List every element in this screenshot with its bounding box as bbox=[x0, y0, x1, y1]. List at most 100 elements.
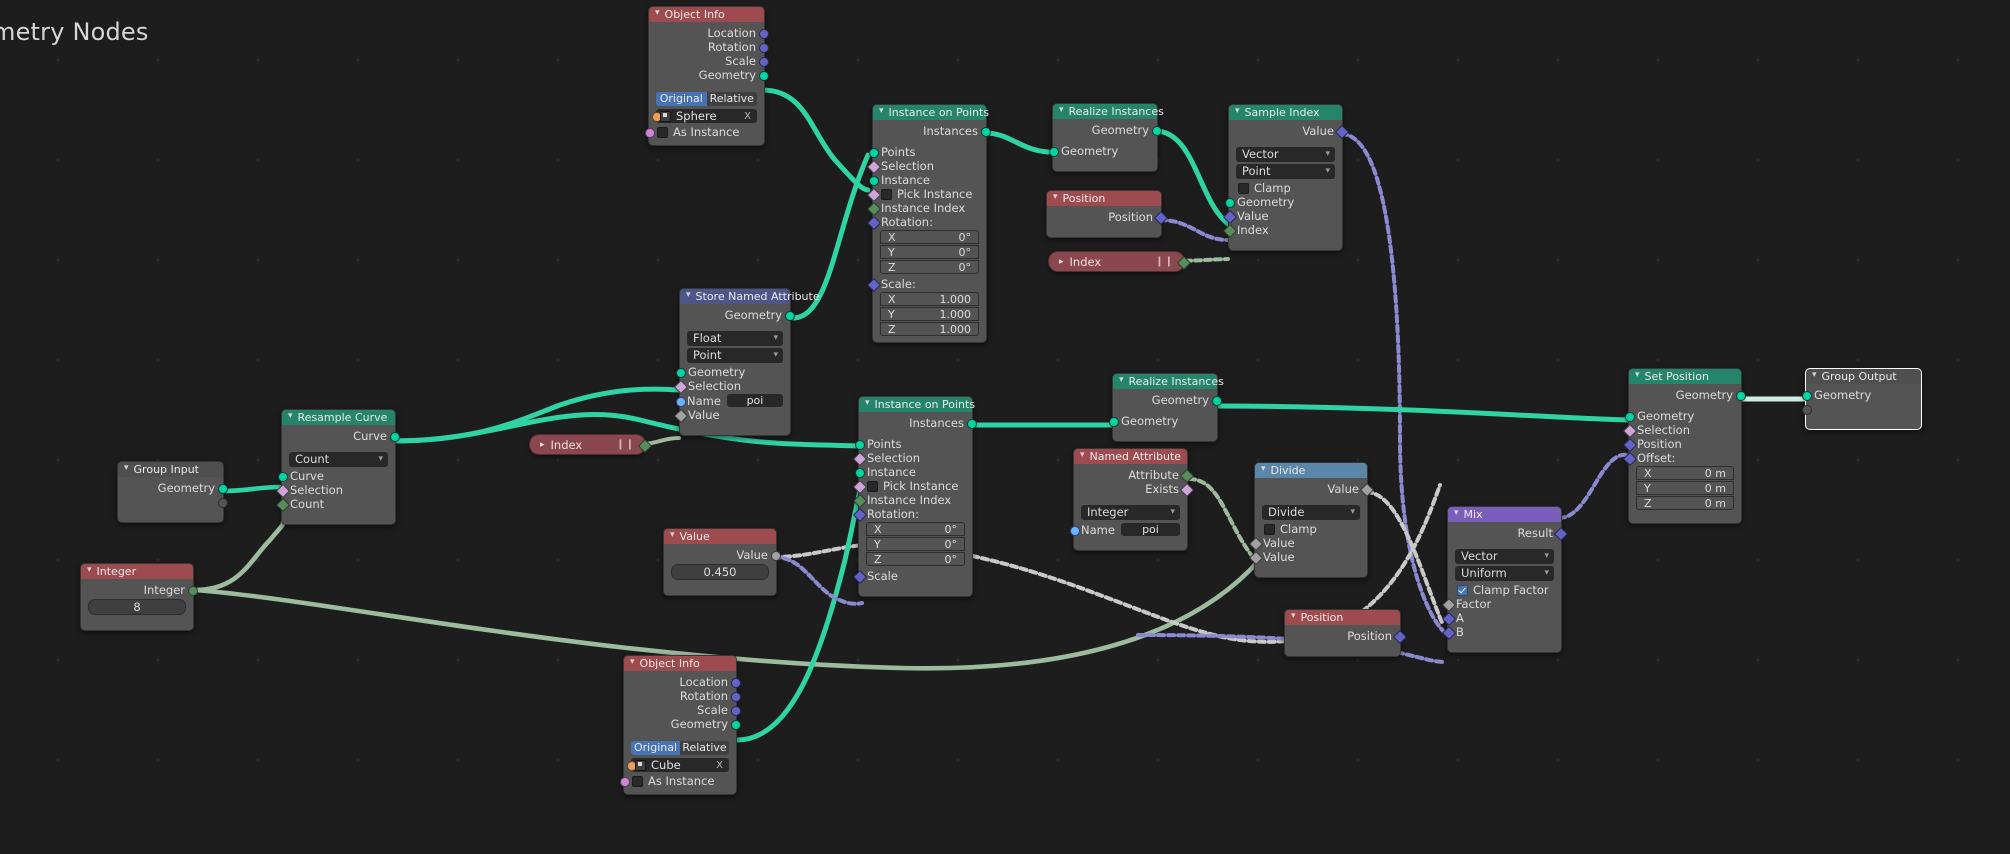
output-geometry[interactable]: Geometry bbox=[1053, 123, 1162, 137]
socket-boolean[interactable] bbox=[852, 479, 867, 495]
input-b[interactable]: B bbox=[1441, 625, 1561, 641]
node-header[interactable]: ▾ Mix bbox=[1448, 507, 1561, 522]
node-header[interactable]: ▾ Named Attribute bbox=[1074, 449, 1187, 464]
collapse-chevron-icon[interactable]: ▾ bbox=[1119, 373, 1124, 388]
node-object-info-cube[interactable]: ▾ Object Info Location Rotation Scale Ge… bbox=[619, 655, 741, 795]
rotation-y-field[interactable]: Y 0° bbox=[880, 245, 979, 259]
node-object-info-sphere[interactable]: ▾ Object Info Location Rotation Scale Ge… bbox=[644, 6, 769, 146]
socket-float[interactable] bbox=[673, 408, 688, 424]
node-header[interactable]: ▾ Set Position bbox=[1629, 369, 1741, 384]
socket-geometry[interactable] bbox=[1151, 126, 1162, 136]
node-header[interactable]: ▾ Resample Curve bbox=[282, 410, 395, 425]
node-instance-on-points-1[interactable]: ▾ Instance on Points Instances Points Se… bbox=[866, 104, 991, 343]
collapse-chevron-icon[interactable]: ▾ bbox=[1454, 506, 1459, 521]
socket-geometry[interactable] bbox=[1108, 417, 1119, 427]
collapse-chevron-icon[interactable]: ▾ bbox=[865, 396, 870, 411]
input-geometry[interactable]: Geometry bbox=[1224, 195, 1342, 209]
node-header[interactable]: ▾ Position bbox=[1047, 191, 1161, 206]
transform-space-toggle[interactable]: Original Relative bbox=[656, 92, 757, 106]
output-scale[interactable]: Scale bbox=[624, 703, 741, 717]
socket-boolean[interactable] bbox=[644, 128, 655, 138]
as-instance-checkbox[interactable] bbox=[657, 126, 668, 138]
socket-vector[interactable] bbox=[730, 692, 741, 702]
node-header[interactable]: ▾ Instance on Points bbox=[859, 396, 975, 412]
clamp-checkbox[interactable] bbox=[1238, 182, 1249, 194]
input-selection[interactable]: Selection bbox=[866, 159, 986, 175]
output-geometry[interactable]: Geometry bbox=[680, 308, 795, 322]
collapse-chevron-icon[interactable]: ▾ bbox=[655, 6, 660, 21]
input-selection[interactable]: Selection bbox=[275, 483, 395, 499]
socket-boolean[interactable] bbox=[673, 379, 688, 395]
node-header[interactable]: ▾ Realize Instances bbox=[1053, 104, 1164, 119]
node-named-attribute[interactable]: ▾ Named Attribute Attribute Exists Integ… bbox=[1069, 448, 1194, 551]
socket-geometry[interactable] bbox=[1224, 198, 1235, 208]
node-header[interactable]: ▾ Value bbox=[664, 529, 776, 544]
socket-vector[interactable] bbox=[1622, 437, 1637, 453]
socket-float[interactable] bbox=[770, 551, 781, 561]
socket-geometry[interactable] bbox=[784, 311, 795, 321]
node-group-output[interactable]: ▾ Group Output Geometry bbox=[1801, 368, 1922, 430]
object-picker[interactable]: Sphere X bbox=[651, 109, 757, 123]
clamp-row[interactable]: Clamp bbox=[1255, 522, 1367, 536]
node-header[interactable]: ▾ Group Input bbox=[118, 462, 223, 477]
socket-vector[interactable] bbox=[730, 706, 741, 716]
output-curve[interactable]: Curve bbox=[282, 429, 400, 443]
node-sample-index[interactable]: ▾ Sample Index Value Vector ▾ Point ▾ Cl… bbox=[1222, 104, 1349, 251]
input-extend[interactable] bbox=[1801, 402, 1921, 416]
collapse-chevron-icon[interactable]: ▾ bbox=[1812, 368, 1817, 383]
rotation-y-field[interactable]: Y 0° bbox=[866, 537, 965, 551]
socket-float[interactable] bbox=[1359, 482, 1374, 498]
socket-vector[interactable] bbox=[1334, 124, 1349, 140]
input-selection[interactable]: Selection bbox=[673, 379, 790, 395]
socket-geometry[interactable] bbox=[966, 419, 977, 429]
output-geometry[interactable]: Geometry bbox=[624, 717, 741, 731]
node-position-2[interactable]: ▾ Position Position bbox=[1284, 609, 1407, 657]
input-value-a[interactable]: Value bbox=[1248, 536, 1367, 552]
offset-y-field[interactable]: Y 0 m bbox=[1636, 481, 1734, 495]
data-type-dropdown[interactable]: Vector ▾ bbox=[1455, 549, 1554, 564]
node-header[interactable]: ▾ Divide bbox=[1255, 463, 1367, 478]
object-picker[interactable]: Cube X bbox=[626, 758, 729, 772]
socket-geometry[interactable] bbox=[854, 440, 865, 450]
node-value[interactable]: ▾ Value Value 0.450 bbox=[663, 528, 781, 596]
socket-geometry[interactable] bbox=[758, 71, 769, 81]
toggle-relative[interactable]: Relative bbox=[680, 741, 729, 755]
mode-dropdown[interactable]: Count ▾ bbox=[289, 452, 388, 467]
input-scale[interactable]: Scale bbox=[852, 569, 972, 585]
socket-vector[interactable] bbox=[1441, 611, 1456, 627]
socket-vector[interactable] bbox=[1622, 451, 1637, 467]
node-realize-instances-2[interactable]: ▾ Realize Instances Geometry Geometry bbox=[1108, 373, 1224, 442]
node-realize-instances-1[interactable]: ▾ Realize Instances Geometry Geometry bbox=[1048, 103, 1164, 172]
expand-chevron-icon[interactable]: ▸ bbox=[540, 440, 545, 450]
offset-x-field[interactable]: X 0 m bbox=[1636, 466, 1734, 480]
collapse-chevron-icon[interactable]: ▾ bbox=[630, 655, 635, 670]
socket-vector[interactable] bbox=[1153, 210, 1168, 226]
socket-boolean[interactable] bbox=[275, 483, 290, 499]
node-store-named-attribute[interactable]: ▾ Store Named Attribute Geometry Float ▾… bbox=[673, 288, 820, 436]
socket-vector[interactable] bbox=[866, 215, 881, 231]
node-integer[interactable]: ▾ Integer Integer 8 bbox=[80, 563, 198, 631]
node-header[interactable]: ▾ Store Named Attribute bbox=[680, 288, 820, 304]
input-geometry[interactable]: Geometry bbox=[1624, 409, 1741, 423]
node-editor-canvas[interactable]: metry Nodes ▾ Object Info Location Rotat… bbox=[0, 0, 2010, 854]
input-geometry[interactable]: Geometry bbox=[1048, 144, 1157, 158]
socket-integer[interactable] bbox=[866, 201, 881, 217]
socket-boolean[interactable] bbox=[619, 777, 630, 787]
socket-geometry[interactable] bbox=[389, 432, 400, 442]
socket-vector[interactable] bbox=[852, 507, 867, 523]
clamp-row[interactable]: Clamp bbox=[1229, 181, 1342, 195]
input-pick-instance[interactable]: Pick Instance bbox=[852, 479, 972, 495]
collapse-chevron-icon[interactable]: ▾ bbox=[686, 288, 691, 303]
output-value[interactable]: Value bbox=[664, 548, 781, 562]
socket-geometry[interactable] bbox=[730, 720, 741, 730]
data-type-dropdown[interactable]: Vector ▾ bbox=[1236, 147, 1335, 162]
output-instances[interactable]: Instances bbox=[859, 416, 977, 430]
value-field[interactable]: 0.450 bbox=[671, 564, 769, 580]
output-value[interactable]: Value bbox=[1229, 124, 1349, 140]
output-value[interactable]: Value bbox=[1255, 482, 1374, 498]
operation-dropdown[interactable]: Divide ▾ bbox=[1262, 505, 1360, 520]
output-position[interactable]: Position bbox=[1285, 629, 1407, 645]
socket-virtual[interactable] bbox=[217, 498, 228, 508]
socket-integer[interactable] bbox=[852, 493, 867, 509]
domain-dropdown[interactable]: Point ▾ bbox=[1236, 164, 1335, 179]
